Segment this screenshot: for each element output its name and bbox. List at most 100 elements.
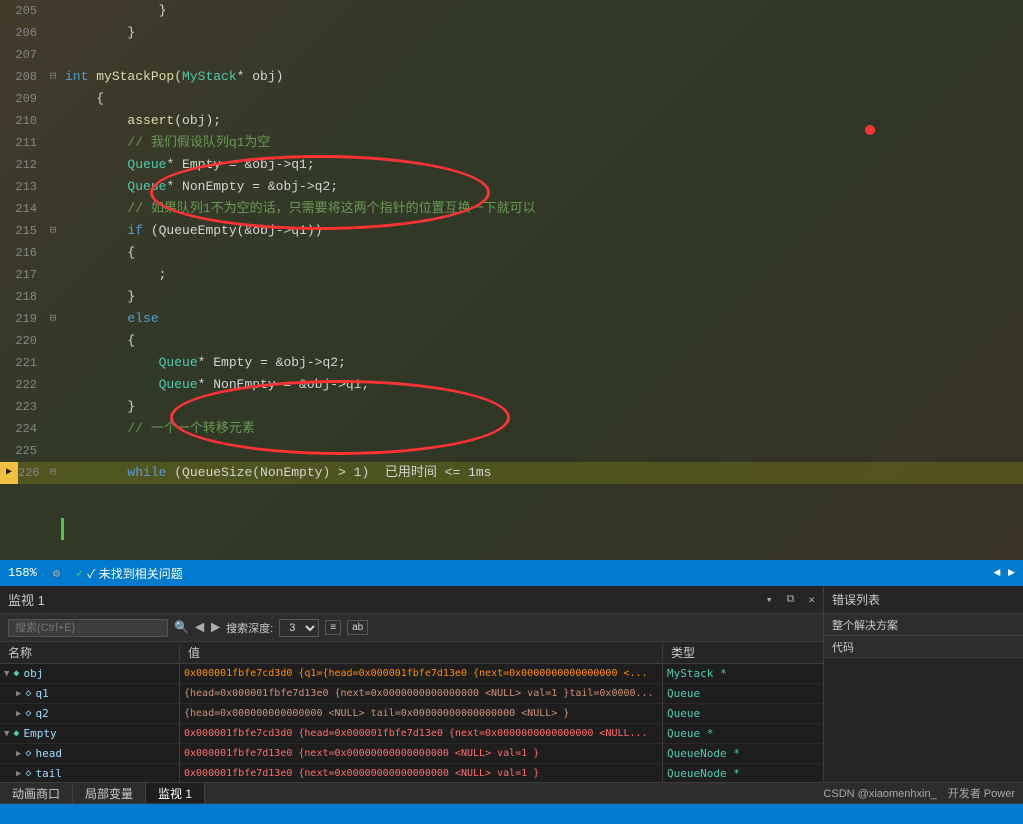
watch-row-empty-tail[interactable]: ◇ tail 0x000001fbfe7d13e0 {next=0x000000… xyxy=(0,764,823,784)
expand-empty-head[interactable] xyxy=(16,749,21,759)
fold-226[interactable]: ⊟ xyxy=(45,462,61,484)
code-line-222: 222 Queue* NonEmpty = &obj->q1; xyxy=(0,374,1023,396)
line-num-211: 211 xyxy=(0,132,45,154)
code-line-223: 223 } xyxy=(0,396,1023,418)
watch-row-empty[interactable]: ◆ Empty 0x000001fbfe7cd3d0 {head=0x00000… xyxy=(0,724,823,744)
line-num-205: 205 xyxy=(0,0,45,22)
q2-icon: ◇ xyxy=(25,708,31,719)
code-content-218: } xyxy=(61,286,1023,308)
code-line-225: 225 xyxy=(0,440,1023,462)
line-num-214: 214 xyxy=(0,198,45,220)
watch-close-btn[interactable]: ✕ xyxy=(808,593,815,607)
line-num-221: 221 xyxy=(0,352,45,374)
line-num-207: 207 xyxy=(0,44,45,66)
watch-type-q1: Queue xyxy=(663,684,823,703)
code-line-211: 211 // 我们假设队列q1为空 xyxy=(0,132,1023,154)
code-line-218: 218 } xyxy=(0,286,1023,308)
depth-select[interactable]: 3 1 2 5 xyxy=(279,619,319,637)
expand-obj[interactable] xyxy=(4,669,9,679)
depth-label: 搜索深度: xyxy=(226,620,273,636)
watch-val-q2: {head=0x000000000000000 <NULL> tail=0x00… xyxy=(180,704,663,723)
watch-name-empty: ◆ Empty xyxy=(0,724,180,743)
error-filter2: 代码 xyxy=(824,636,1023,658)
col-type-header: 类型 xyxy=(663,644,823,661)
code-line-208: 208 ⊟ int myStackPop(MyStack* obj) xyxy=(0,66,1023,88)
fold-208[interactable]: ⊟ xyxy=(45,66,61,88)
line-num-215: 215 xyxy=(0,220,45,242)
code-content-223: } xyxy=(61,396,1023,418)
line-num-206: 206 xyxy=(0,22,45,44)
line-num-222: 222 xyxy=(0,374,45,396)
watch-val-empty-head: 0x000001fbfe7d13e0 {next=0x0000000000000… xyxy=(180,744,663,763)
watch-row-obj[interactable]: ◆ obj 0x000001fbfe7cd3d0 {q1={head=0x000… xyxy=(0,664,823,684)
watch-val-q1: {head=0x000001fbfe7d13e0 {next=0x0000000… xyxy=(180,684,663,703)
error-title: 错误列表 xyxy=(832,591,880,608)
code-content-221: Queue* Empty = &obj->q2; xyxy=(61,352,1023,374)
code-content-205: } xyxy=(61,0,1023,22)
code-line-214: 214 // 如果队列1不为空的话，只需要将这两个指针的位置互换一下就可以 xyxy=(0,198,1023,220)
watch-name-empty-head: ◇ head xyxy=(0,744,180,763)
watch-pin-btn[interactable]: ▾ xyxy=(766,593,773,607)
code-line-216: 216 { xyxy=(0,242,1023,264)
zoom-level: 158% xyxy=(8,566,37,580)
q1-icon: ◇ xyxy=(25,688,31,699)
line-num-223: 223 xyxy=(0,396,45,418)
code-line-220: 220 { xyxy=(0,330,1023,352)
watch-row-q2[interactable]: ◇ q2 {head=0x000000000000000 <NULL> tail… xyxy=(0,704,823,724)
line-num-219: 219 xyxy=(0,308,45,330)
no-issues-text: ✓ 未找到相关问题 xyxy=(87,565,183,582)
error-filter1: 整个解决方案 xyxy=(824,614,1023,636)
nav-fwd-btn[interactable]: ► xyxy=(211,619,221,637)
line-num-224: 224 xyxy=(0,418,45,440)
line-num-212: 212 xyxy=(0,154,45,176)
line-num-218: 218 xyxy=(0,286,45,308)
tab-watch1[interactable]: 监视 1 xyxy=(146,783,205,803)
code-line-209: 209 { xyxy=(0,88,1023,110)
code-content-226: while (QueueSize(NonEmpty) > 1) 已用时间 <= … xyxy=(61,462,1023,484)
col-name-header: 名称 xyxy=(0,644,180,661)
code-container: 205 } 206 } 207 208 ⊟ int myStackPop(MyS… xyxy=(0,0,1023,484)
filter-btn[interactable]: ab xyxy=(347,620,368,635)
code-content-224: // 一个一个转移元素 xyxy=(61,418,1023,440)
fold-219[interactable]: ⊟ xyxy=(45,308,61,330)
tab-locals[interactable]: 局部变量 xyxy=(73,783,146,803)
status-bar: 158% ⚙ ✓ ✓ 未找到相关问题 ◄ ► xyxy=(0,560,1023,586)
code-content-212: Queue* Empty = &obj->q1; xyxy=(61,154,1023,176)
bottom-status-bar xyxy=(0,804,1023,824)
expand-q1[interactable] xyxy=(16,689,21,699)
nav-back-btn[interactable]: ◄ xyxy=(195,619,205,637)
expand-q2[interactable] xyxy=(16,709,21,719)
search-input[interactable] xyxy=(8,619,168,637)
filter1-label: 整个解决方案 xyxy=(832,617,898,633)
check-icon: ✓ xyxy=(76,566,83,581)
expand-empty[interactable] xyxy=(4,729,9,739)
zoom-value: 158% xyxy=(8,566,37,580)
code-content-216: { xyxy=(61,242,1023,264)
empty-icon: ◆ xyxy=(13,728,19,739)
scroll-arrows[interactable]: ◄ ► xyxy=(993,566,1015,580)
code-content-211: // 我们假设队列q1为空 xyxy=(61,132,1023,154)
watch-columns: 名称 值 类型 xyxy=(0,642,823,664)
watch-toolbar: 🔍 ◄ ► 搜索深度: 3 1 2 5 ≡ ab xyxy=(0,614,823,642)
line-num-208: 208 xyxy=(0,66,45,88)
watch-type-q2: Queue xyxy=(663,704,823,723)
code-line-224: 224 // 一个一个转移元素 xyxy=(0,418,1023,440)
watch-row-empty-head[interactable]: ◇ head 0x000001fbfe7d13e0 {next=0x000000… xyxy=(0,744,823,764)
editor-area: 205 } 206 } 207 208 ⊟ int myStackPop(MyS… xyxy=(0,0,1023,560)
watch-type-empty: Queue * xyxy=(663,724,823,743)
watch-title: 监视 1 xyxy=(8,590,45,609)
code-line-213: 213 Queue* NonEmpty = &obj->q2; xyxy=(0,176,1023,198)
watch-val-obj: 0x000001fbfe7cd3d0 {q1={head=0x000001fbf… xyxy=(180,664,663,683)
expand-all-btn[interactable]: ≡ xyxy=(325,620,341,635)
code-content-210: assert(obj); xyxy=(61,110,1023,132)
code-content-209: { xyxy=(61,88,1023,110)
watch-row-q1[interactable]: ◇ q1 {head=0x000001fbfe7d13e0 {next=0x00… xyxy=(0,684,823,704)
search-icon[interactable]: 🔍 xyxy=(174,620,189,635)
code-line-206: 206 } xyxy=(0,22,1023,44)
fold-215[interactable]: ⊟ xyxy=(45,220,61,242)
code-line-221: 221 Queue* Empty = &obj->q2; xyxy=(0,352,1023,374)
code-content-219: else xyxy=(61,308,1023,330)
tab-animation[interactable]: 动画商口 xyxy=(0,783,73,803)
watch-float-btn[interactable]: ⧉ xyxy=(787,594,795,606)
expand-empty-tail[interactable] xyxy=(16,769,21,779)
